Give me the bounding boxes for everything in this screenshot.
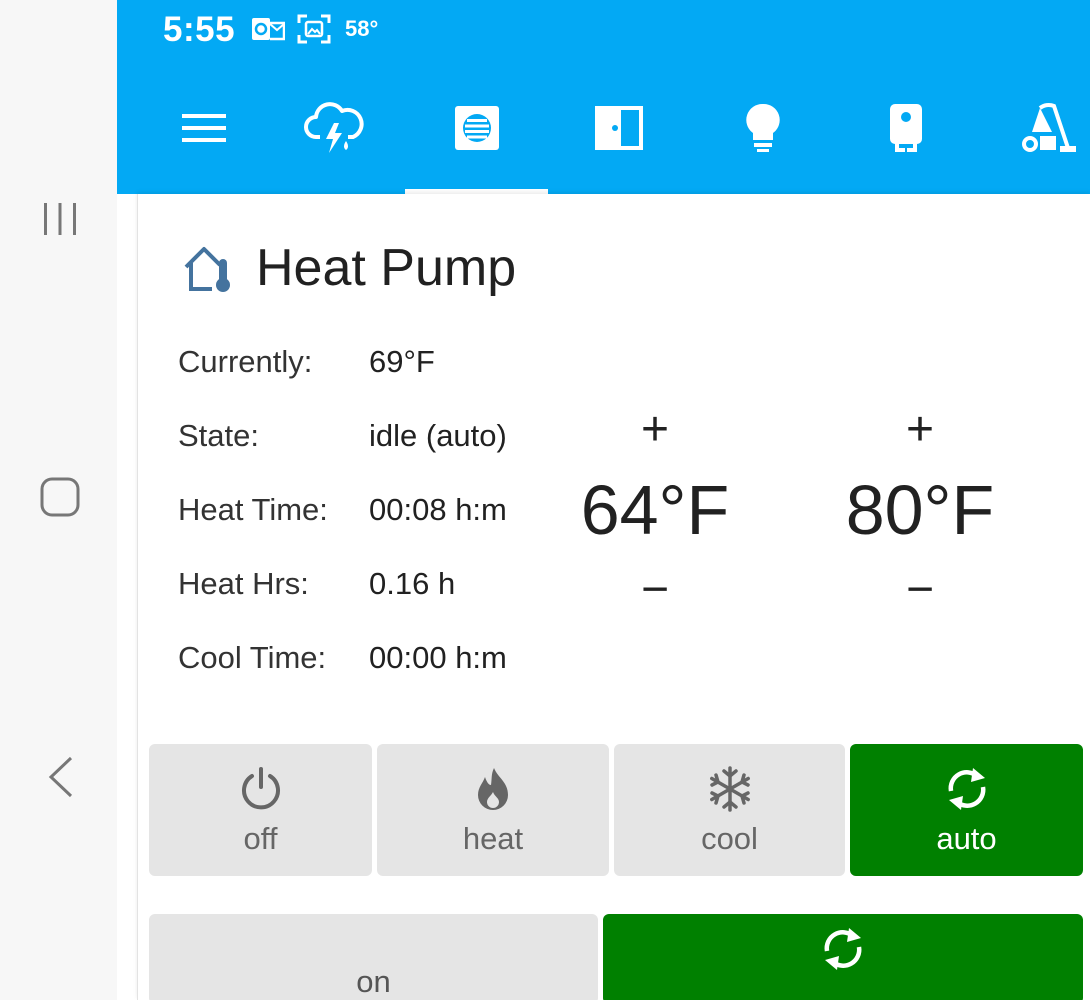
door-icon xyxy=(594,106,643,150)
mode-heat-label: heat xyxy=(462,821,524,856)
currently-value: 69°F xyxy=(369,344,435,379)
card-title: Heat Pump xyxy=(256,239,517,297)
fan-on-button[interactable]: on xyxy=(149,914,598,1000)
fan-sync-icon xyxy=(603,924,1083,974)
mode-heat-button[interactable]: heat xyxy=(377,744,609,876)
fan-on-label: on xyxy=(356,964,391,999)
outlook-icon xyxy=(251,12,285,46)
state-value: idle (auto) xyxy=(369,418,507,453)
mode-cool-label: cool xyxy=(701,821,758,856)
cool-time-label: Cool Time: xyxy=(178,640,327,675)
back-icon xyxy=(48,756,73,798)
fire-icon xyxy=(474,763,512,815)
app-bar: 5:55 58° xyxy=(117,0,1090,194)
mode-cool-button[interactable]: cool xyxy=(614,744,845,876)
home-button[interactable] xyxy=(35,474,85,520)
mode-off-button[interactable]: off xyxy=(149,744,372,876)
back-button[interactable] xyxy=(35,754,85,800)
android-nav-rail xyxy=(0,0,117,1000)
tab-doors[interactable] xyxy=(548,62,691,194)
heat-time-value: 00:08 h:m xyxy=(369,492,507,527)
lightbulb-icon xyxy=(745,103,780,152)
robot-vacuum-icon xyxy=(1021,102,1076,152)
snowflake-icon xyxy=(706,763,754,815)
tab-vacuum[interactable] xyxy=(977,62,1090,194)
recents-button[interactable] xyxy=(35,196,85,242)
cool-time-value: 00:00 h:m xyxy=(369,640,507,675)
heat-time-label: Heat Time: xyxy=(178,492,328,527)
low-setpoint-decrease-button[interactable]: − xyxy=(555,566,755,614)
state-label: State: xyxy=(178,418,259,453)
tab-bar xyxy=(117,62,1090,194)
home-icon xyxy=(40,477,80,517)
tab-hvac[interactable] xyxy=(405,62,548,194)
tab-menu[interactable] xyxy=(132,62,275,194)
high-setpoint-increase-button[interactable]: + xyxy=(820,406,1020,454)
low-setpoint-increase-button[interactable]: + xyxy=(555,406,755,454)
low-setpoint-value: 64°F xyxy=(580,471,730,549)
mode-auto-button[interactable]: auto xyxy=(850,744,1083,876)
status-bar: 5:55 58° xyxy=(117,0,1090,62)
high-setpoint: + 80°F − xyxy=(820,406,1020,614)
status-clock: 5:55 xyxy=(163,10,236,49)
fan-auto-button[interactable] xyxy=(603,914,1083,1000)
weather-lightning-rain-icon xyxy=(303,102,364,153)
currently-label: Currently: xyxy=(178,344,313,379)
weather-temperature: 58° xyxy=(345,16,379,41)
tab-lights[interactable] xyxy=(691,62,834,194)
menu-icon xyxy=(181,114,226,142)
recents-icon xyxy=(44,203,76,235)
tab-water-heater[interactable] xyxy=(834,62,977,194)
home-thermometer-icon xyxy=(184,247,230,292)
high-setpoint-decrease-button[interactable]: − xyxy=(820,566,1020,614)
screenshot-icon xyxy=(297,12,331,46)
mode-auto-label: auto xyxy=(936,821,997,856)
mode-off-label: off xyxy=(243,821,278,856)
water-heater-icon xyxy=(889,104,922,152)
low-setpoint: + 64°F − xyxy=(555,406,755,614)
power-icon xyxy=(239,763,283,815)
thermostat-card: Heat Pump Currently: 69°F State: idle (a… xyxy=(137,194,1090,1000)
sync-icon xyxy=(943,763,991,815)
heat-hrs-label: Heat Hrs: xyxy=(178,566,309,601)
card-header: Heat Pump xyxy=(182,238,516,298)
heat-hrs-value: 0.16 h xyxy=(369,566,456,601)
high-setpoint-value: 80°F xyxy=(845,471,995,549)
status-icons: 58° xyxy=(251,12,378,46)
hvac-icon xyxy=(454,106,499,150)
tab-weather[interactable] xyxy=(262,62,405,194)
